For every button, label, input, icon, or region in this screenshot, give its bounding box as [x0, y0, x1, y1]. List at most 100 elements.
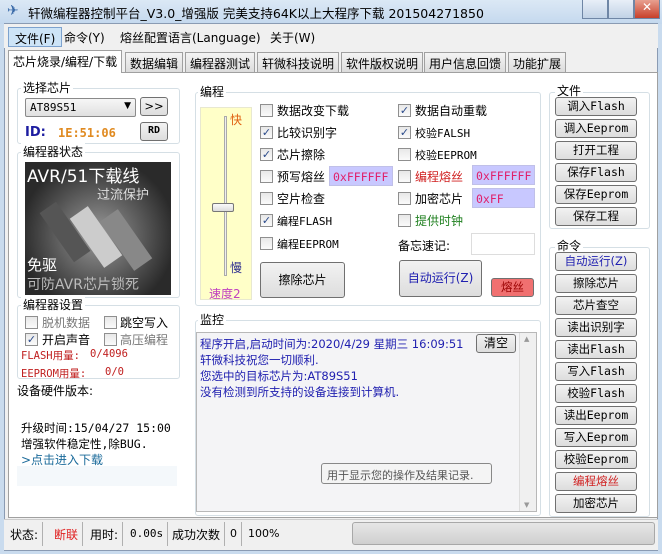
- fuse-button[interactable]: 熔丝: [491, 278, 534, 297]
- window-title: 轩微编程器控制平台_V3.0_增强版 完美支持64K以上大程序下载 201504…: [28, 6, 484, 21]
- option-label: 加密芯片: [415, 192, 464, 206]
- progress-bar: [352, 522, 655, 545]
- tab-company-info[interactable]: 轩微科技说明: [257, 52, 340, 72]
- option-label: 校验FALSH: [415, 127, 471, 140]
- cmd-verify-eeprom-button[interactable]: 校验Eeprom: [555, 450, 637, 469]
- cmd-lock-chip-button[interactable]: 加密芯片: [555, 494, 637, 513]
- save-eeprom-button[interactable]: 保存Eeprom: [555, 185, 637, 204]
- title-bar: ✈ 轩微编程器控制平台_V3.0_增强版 完美支持64K以上大程序下载 2015…: [0, 0, 662, 24]
- sound-checkbox[interactable]: ✓: [25, 333, 38, 346]
- hardware-info-box: [17, 466, 177, 486]
- tab-data-edit[interactable]: 数据编辑: [125, 52, 184, 72]
- option-label: 校验EEPROM: [415, 149, 477, 162]
- monitor-log[interactable]: 程序开启,启动时间为:2020/4/29 星期三 16:09:51 轩微科技祝您…: [196, 332, 537, 512]
- tab-extensions[interactable]: 功能扩展: [508, 52, 567, 72]
- sound-label: 开启声音: [42, 333, 91, 347]
- chip-select-value: AT89S51: [30, 101, 77, 114]
- menu-command[interactable]: 命令(Y): [58, 27, 111, 47]
- load-eeprom-button[interactable]: 调入Eeprom: [555, 119, 637, 138]
- read-id-button[interactable]: RD: [140, 122, 168, 141]
- high-voltage-checkbox[interactable]: [104, 333, 117, 346]
- option-label: 数据改变下载: [277, 104, 350, 118]
- erase-chip-button[interactable]: 擦除芯片: [260, 262, 345, 298]
- option-checkbox[interactable]: [398, 170, 411, 183]
- clear-log-button[interactable]: 清空: [476, 334, 516, 353]
- offline-data-label: 脱机数据: [42, 316, 91, 330]
- image-caption: 过流保护: [97, 188, 150, 203]
- load-flash-button[interactable]: 调入Flash: [555, 97, 637, 116]
- option-checkbox[interactable]: [260, 170, 273, 183]
- option-checkbox[interactable]: [398, 192, 411, 205]
- eeprom-usage-label: EEPROM用量:: [21, 368, 87, 380]
- option-checkbox[interactable]: ✓: [398, 126, 411, 139]
- prefuse-input[interactable]: 0xFFFFFF: [329, 166, 393, 186]
- option-checkbox[interactable]: ✓: [260, 148, 273, 161]
- menu-file[interactable]: 文件(F): [8, 27, 63, 47]
- chip-select-dropdown[interactable]: AT89S51 ▼: [25, 98, 136, 117]
- lock-input[interactable]: 0xFF: [472, 188, 535, 208]
- scroll-up-icon[interactable]: ▲: [524, 335, 529, 343]
- option-checkbox[interactable]: [398, 148, 411, 161]
- skip-blank-label: 跳空写入: [120, 316, 169, 330]
- option-checkbox[interactable]: ✓: [260, 126, 273, 139]
- log-line: 您选中的目标芯片为:AT89S51: [200, 369, 358, 383]
- option-label: 芯片擦除: [277, 148, 326, 162]
- tab-programmer-test[interactable]: 编程器测试: [185, 52, 256, 72]
- menu-about[interactable]: 关于(W): [264, 27, 321, 47]
- tab-program-download[interactable]: 芯片烧录/编程/下载: [8, 50, 123, 73]
- option-checkbox[interactable]: [260, 104, 273, 117]
- next-chip-button[interactable]: >>: [140, 97, 168, 116]
- cmd-verify-flash-button[interactable]: 校验Flash: [555, 384, 637, 403]
- speed-slider[interactable]: 快 慢 速度2: [200, 107, 252, 301]
- open-project-button[interactable]: 打开工程: [555, 141, 637, 160]
- update-time: 升级时间:15/04/27 15:00: [21, 421, 171, 435]
- close-button[interactable]: ✕: [634, 0, 660, 19]
- fuse-input[interactable]: 0xFFFFFF: [472, 165, 535, 185]
- skip-blank-checkbox[interactable]: [104, 316, 117, 329]
- image-caption: 免驱: [27, 256, 58, 274]
- chip-id-value: 1E:51:06: [58, 126, 116, 140]
- image-caption: 可防AVR芯片锁死: [27, 277, 139, 293]
- programmer-image: AVR/51下载线 过流保护 免驱 可防AVR芯片锁死: [25, 162, 171, 295]
- cmd-read-eeprom-button[interactable]: 读出Eeprom: [555, 406, 637, 425]
- option-label: 数据自动重载: [415, 104, 488, 118]
- scrollbar[interactable]: ▲ ▼: [519, 333, 536, 511]
- log-line: 程序开启,启动时间为:2020/4/29 星期三 16:09:51: [200, 337, 464, 351]
- cmd-write-flash-button[interactable]: 写入Flash: [555, 362, 637, 381]
- auto-run-button[interactable]: 自动运行(Z): [399, 260, 482, 297]
- cmd-blank-check-button[interactable]: 芯片查空: [555, 296, 637, 315]
- memo-input[interactable]: [471, 233, 535, 255]
- log-line: 轩微科技祝您一切顺利.: [200, 353, 319, 367]
- cmd-erase-button[interactable]: 擦除芯片: [555, 274, 637, 293]
- option-checkbox[interactable]: [260, 237, 273, 250]
- cmd-program-fuse-button[interactable]: 编程熔丝: [555, 472, 637, 491]
- programmer-settings-label: 编程器设置: [21, 296, 86, 313]
- option-checkbox[interactable]: [260, 192, 273, 205]
- tab-copyright[interactable]: 软件版权说明: [341, 52, 424, 72]
- option-checkbox[interactable]: ✓: [260, 214, 273, 227]
- option-label: 编程熔丝: [415, 170, 464, 184]
- flash-usage-value: 0/4096: [90, 348, 128, 360]
- save-project-button[interactable]: 保存工程: [555, 207, 637, 226]
- memo-label: 备忘速记:: [398, 239, 451, 253]
- minimize-button[interactable]: [582, 0, 608, 19]
- option-checkbox[interactable]: [398, 214, 411, 227]
- slider-thumb[interactable]: [212, 203, 234, 212]
- cmd-read-signature-button[interactable]: 读出识别字: [555, 318, 637, 337]
- maximize-button[interactable]: [608, 0, 634, 19]
- app-icon: ✈: [7, 3, 19, 19]
- offline-data-checkbox[interactable]: [25, 316, 38, 329]
- hardware-version-label: 设备硬件版本:: [17, 384, 94, 398]
- option-label: 空片检查: [277, 192, 326, 206]
- cmd-write-eeprom-button[interactable]: 写入Eeprom: [555, 428, 637, 447]
- speed-slow-label: 慢: [230, 261, 243, 275]
- scroll-down-icon[interactable]: ▼: [524, 501, 529, 509]
- menu-fuse-language[interactable]: 熔丝配置语言(Language): [114, 27, 267, 47]
- save-flash-button[interactable]: 保存Flash: [555, 163, 637, 182]
- option-checkbox[interactable]: ✓: [398, 104, 411, 117]
- log-line: 没有检测到所支持的设备连接到计算机.: [200, 385, 400, 399]
- cmd-read-flash-button[interactable]: 读出Flash: [555, 340, 637, 359]
- cmd-auto-run-button[interactable]: 自动运行(Z): [555, 252, 637, 271]
- tab-feedback[interactable]: 用户信息回馈: [424, 52, 507, 72]
- elapsed-time: 0.00s: [126, 522, 169, 546]
